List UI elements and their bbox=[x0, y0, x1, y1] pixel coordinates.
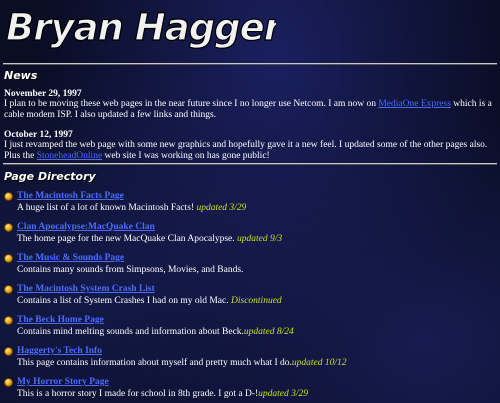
bullet-icon bbox=[4, 316, 13, 325]
system-crash-list-link[interactable]: The Macintosh System Crash List bbox=[17, 284, 155, 294]
beck-home-page-link[interactable]: The Beck Home Page bbox=[17, 315, 104, 325]
description-text: This is a horror story I made for school… bbox=[17, 389, 259, 399]
entry-description: A huge list of a lot of known Macintosh … bbox=[17, 203, 246, 213]
news-text: web site I was working on has gone publi… bbox=[102, 150, 270, 161]
news-date-1: November 29, 1997 bbox=[4, 89, 82, 99]
entry-description: Contains many sounds from Simpsons, Movi… bbox=[17, 265, 243, 275]
bullet-icon bbox=[4, 254, 13, 263]
updated-note: updated 8/24 bbox=[243, 327, 294, 337]
updated-note: Discontinued bbox=[231, 296, 282, 306]
updated-note: updated 3/29 bbox=[196, 203, 247, 213]
description-text: Contains mind melting sounds and informa… bbox=[17, 327, 244, 337]
site-logo: Bryan Haggerty's bbox=[5, 5, 276, 49]
mediaone-express-link[interactable]: MediaOne Express bbox=[378, 99, 451, 109]
clan-apocalypse-link[interactable]: Clan Apocalypse:MacQuake Clan bbox=[17, 222, 155, 232]
bullet-icon bbox=[4, 347, 13, 356]
page-directory-heading: Page Directory bbox=[4, 170, 96, 183]
entry-description: Contains mind melting sounds and informa… bbox=[17, 327, 294, 337]
news-text: I plan to be moving these web pages in t… bbox=[4, 99, 379, 109]
news-body-1: I plan to be moving these web pages in t… bbox=[4, 99, 492, 120]
updated-note: updated 3/29 bbox=[258, 389, 309, 399]
entry-description: The home page for the new MacQuake Clan … bbox=[17, 234, 282, 244]
stoneheadonline-link[interactable]: StoneheadOnline bbox=[37, 151, 102, 161]
horror-story-link[interactable]: My Horror Story Page bbox=[17, 377, 109, 387]
updated-note: updated 10/12 bbox=[291, 358, 347, 368]
bullet-icon bbox=[4, 223, 13, 232]
entry-description: This page contains information about mys… bbox=[17, 358, 347, 368]
music-sounds-link[interactable]: The Music & Sounds Page bbox=[17, 253, 124, 263]
macintosh-facts-link[interactable]: The Macintosh Facts Page bbox=[17, 191, 124, 201]
entry-description: This is a horror story I made for school… bbox=[17, 389, 308, 399]
logo-text: Bryan Haggerty's bbox=[6, 6, 276, 49]
description-text: Contains a list of System Crashes I had … bbox=[17, 296, 231, 306]
updated-note: updated 9/3 bbox=[237, 234, 283, 244]
bullet-icon bbox=[4, 378, 13, 387]
description-text: The home page for the new MacQuake Clan … bbox=[17, 234, 238, 244]
tech-info-link[interactable]: Haggerty's Tech Info bbox=[17, 346, 102, 356]
entry-description: Contains a list of System Crashes I had … bbox=[17, 296, 282, 306]
description-text: Contains many sounds from Simpsons, Movi… bbox=[17, 265, 244, 275]
divider bbox=[3, 163, 497, 165]
divider bbox=[3, 63, 497, 65]
description-text: A huge list of a lot of known Macintosh … bbox=[17, 203, 197, 213]
bullet-icon bbox=[4, 285, 13, 294]
news-heading: News bbox=[4, 69, 38, 82]
news-body-2: I just revamped the web page with some n… bbox=[4, 140, 492, 161]
news-date-2: October 12, 1997 bbox=[4, 130, 73, 140]
description-text: This page contains information about mys… bbox=[17, 358, 292, 368]
bullet-icon bbox=[4, 192, 13, 201]
